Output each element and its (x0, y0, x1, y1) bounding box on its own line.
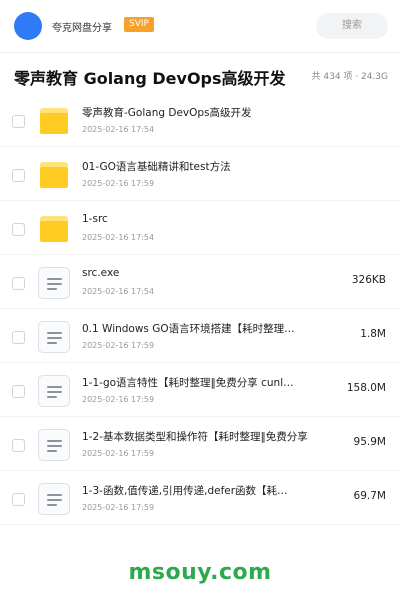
item-date: 2025-02-16 17:54 (82, 233, 155, 242)
folder-icon (38, 105, 70, 137)
folder-icon (38, 159, 70, 191)
file-row[interactable]: 1-3-函数,值传递,引用传递,defer函数【耗… 2025-02-16 17:… (0, 471, 400, 525)
file-row[interactable]: src.exe 2025-02-16 17:54 326KB (0, 255, 400, 309)
file-row[interactable]: 1-2-基本数据类型和操作符【耗时整理‖免费分享 2025-02-16 17:59… (0, 417, 400, 471)
avatar[interactable] (14, 12, 42, 40)
item-size: 1.8M (360, 328, 386, 340)
folder-icon (38, 213, 70, 245)
item-date: 2025-02-16 17:59 (82, 341, 155, 350)
item-name: src.exe (82, 267, 120, 279)
page-title: 零声教育 Golang DevOps高级开发 (14, 69, 286, 88)
item-date: 2025-02-16 17:59 (82, 503, 155, 512)
row-checkbox[interactable] (12, 331, 25, 344)
item-size: 69.7M (353, 490, 386, 502)
row-checkbox[interactable] (12, 385, 25, 398)
folder-meta: 共 434 项 · 24.3G (311, 72, 389, 82)
app-name: 夸克网盘分享 (52, 23, 112, 34)
row-checkbox[interactable] (12, 115, 25, 128)
svip-badge: SVIP (124, 17, 154, 32)
row-checkbox[interactable] (12, 169, 25, 182)
search-button[interactable]: 搜索 (316, 13, 388, 39)
item-name: 零声教育-Golang DevOps高级开发 (82, 107, 252, 119)
folder-row[interactable]: 01-GO语言基础精讲和test方法 2025-02-16 17:59 (0, 147, 400, 201)
row-checkbox[interactable] (12, 223, 25, 236)
item-name: 1-3-函数,值传递,引用传递,defer函数【耗… (82, 485, 288, 497)
row-checkbox[interactable] (12, 277, 25, 290)
file-icon (38, 429, 70, 461)
folder-row[interactable]: 零声教育-Golang DevOps高级开发 2025-02-16 17:54 (0, 93, 400, 147)
file-icon (38, 483, 70, 515)
item-name: 0.1 Windows GO语言环境搭建【耗时整理… (82, 323, 295, 335)
item-name: 01-GO语言基础精讲和test方法 (82, 161, 231, 173)
file-row[interactable]: 0.1 Windows GO语言环境搭建【耗时整理… 2025-02-16 17:… (0, 309, 400, 363)
item-size: 158.0M (346, 382, 386, 394)
file-icon (38, 321, 70, 353)
item-name: 1-src (82, 213, 108, 225)
item-date: 2025-02-16 17:59 (82, 395, 155, 404)
item-date: 2025-02-16 17:59 (82, 449, 155, 458)
item-name: 1-2-基本数据类型和操作符【耗时整理‖免费分享 (82, 431, 308, 443)
file-icon (38, 267, 70, 299)
row-checkbox[interactable] (12, 493, 25, 506)
folder-header: 零声教育 Golang DevOps高级开发 共 434 项 · 24.3G (0, 53, 400, 97)
item-date: 2025-02-16 17:54 (82, 287, 155, 296)
item-size: 326KB (351, 274, 386, 286)
item-date: 2025-02-16 17:54 (82, 125, 155, 134)
item-date: 2025-02-16 17:59 (82, 179, 155, 188)
watermark: msouy.com (128, 560, 272, 585)
item-size: 95.9M (353, 436, 386, 448)
folder-row[interactable]: 1-src 2025-02-16 17:54 (0, 201, 400, 255)
top-bar: 夸克网盘分享 SVIP 搜索 (0, 0, 400, 52)
row-checkbox[interactable] (12, 439, 25, 452)
file-icon (38, 375, 70, 407)
item-name: 1-1-go语言特性【耗时整理‖免费分享 cunl… (82, 377, 294, 389)
file-row[interactable]: 1-1-go语言特性【耗时整理‖免费分享 cunl… 2025-02-16 17:… (0, 363, 400, 417)
